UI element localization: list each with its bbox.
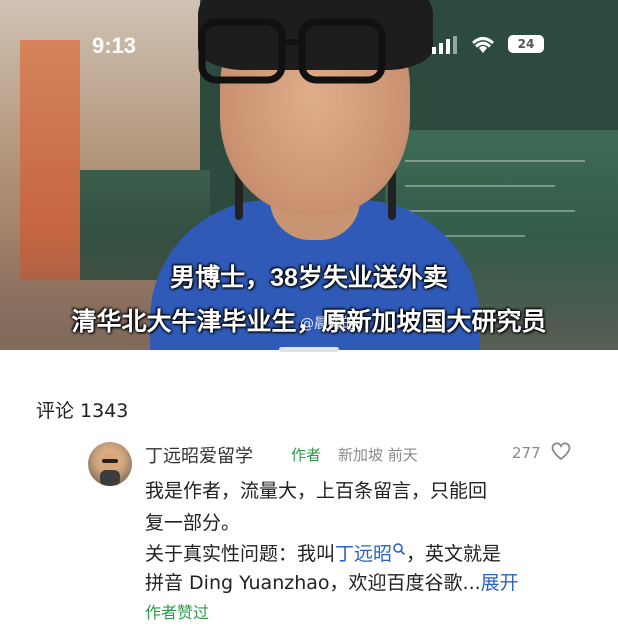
video-frame[interactable]: 9:13 24 男博士，38岁失业送外卖 清华北大牛津毕业生，原新加坡国大研究员… — [0, 0, 618, 350]
wifi-icon — [471, 37, 495, 53]
comment-count-header: 评论 1343 — [36, 400, 129, 422]
like-count: 277 — [512, 444, 541, 462]
status-bar: 9:13 24 — [0, 25, 618, 65]
comment-location-time: 新加坡 前天 — [338, 446, 418, 464]
battery-icon: 24 — [508, 35, 544, 53]
comment-text-line3: 关于真实性问题：我叫丁远昭 ，英文就是 — [145, 542, 502, 565]
expand-link[interactable]: 展开 — [481, 572, 519, 594]
author-liked-label: 作者赞过 — [145, 603, 210, 622]
comment-username[interactable]: 丁远昭爱留学 — [145, 442, 253, 468]
drag-handle[interactable] — [279, 347, 339, 352]
comment-text-line4: 拼音 Ding Yuanzhao，欢迎百度谷歌...展开 — [145, 572, 519, 594]
avatar[interactable] — [88, 442, 132, 486]
heart-icon[interactable] — [550, 441, 572, 461]
signal-icon — [432, 36, 457, 54]
comment-text-line1: 我是作者，流量大，上百条留言，只能回 — [145, 480, 488, 502]
avatar-image — [100, 452, 120, 486]
status-time: 9:13 — [92, 33, 137, 58]
watermark: @晨辉的 — [300, 316, 356, 332]
comment-text-line2: 复一部分。 — [145, 512, 241, 534]
author-badge: 作者 — [291, 446, 322, 464]
search-icon[interactable] — [392, 542, 406, 556]
name-search-link[interactable]: 丁远昭 — [335, 543, 392, 565]
video-caption-line1: 男博士，38岁失业送外卖 — [170, 264, 448, 292]
